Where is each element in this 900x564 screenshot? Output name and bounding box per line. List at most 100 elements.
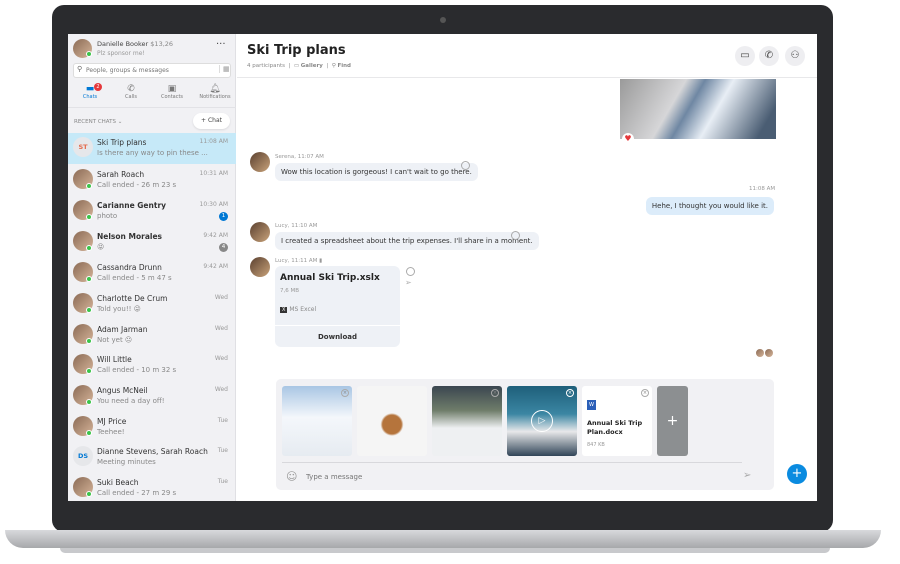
chat-preview: Told you!! 😜 (97, 305, 141, 313)
chat-list-item[interactable]: Will Little Call ended - 10 m 32 s Wed (68, 350, 236, 381)
chat-time: 9:42 AM (203, 232, 228, 239)
profile-credit: $13,26 (150, 40, 174, 48)
chat-list-item[interactable]: Charlotte De Crum Told you!! 😜 Wed (68, 289, 236, 320)
gallery-icon: ▭ (293, 63, 300, 69)
chat-time: Tue (217, 417, 228, 424)
chat-name: Sarah Roach (97, 170, 145, 179)
lucy-avatar[interactable] (250, 222, 270, 242)
phone-icon: ✆ (127, 84, 135, 94)
search-icon: ⚲ (77, 65, 83, 73)
profile-name[interactable]: Danielle Booker (97, 40, 148, 48)
participants-link[interactable]: 4 participants (247, 63, 285, 69)
contacts-icon: ▣ (167, 84, 177, 94)
emoji-reaction-icon[interactable] (461, 161, 470, 170)
chat-preview: Teehee! (97, 428, 125, 436)
message-bubble[interactable]: I created a spreadsheet about the trip e… (275, 232, 539, 250)
chat-list-item[interactable]: Carianne Gentry photo 10:30 AM 1 (68, 196, 236, 227)
chats-badge: 2 (94, 83, 102, 91)
chat-list-item[interactable]: Cassandra Drunn Call ended - 5 m 47 s 9:… (68, 258, 236, 289)
chat-time: Wed (214, 294, 228, 301)
group-avatar: ST (73, 137, 93, 157)
audio-call-button[interactable]: ✆ (759, 46, 779, 66)
laptop-base (5, 530, 881, 548)
search-box[interactable]: ⚲ ▦ (73, 63, 231, 78)
chat-name: Charlotte De Crum (97, 294, 168, 303)
chat-list-item[interactable]: Sarah Roach Call ended - 26 m 23 s 10:31… (68, 165, 236, 196)
search-input[interactable] (86, 65, 211, 76)
attachment-thumbnail[interactable] (357, 386, 427, 456)
group-avatar: DS (73, 446, 93, 466)
bell-icon: 🔔︎ (209, 84, 221, 94)
document-attachment[interactable]: × W Annual Ski Trip Plan.docx 847 KB (582, 386, 652, 456)
remove-icon[interactable]: × (641, 389, 649, 397)
download-button[interactable]: Download (275, 325, 400, 347)
tab-calls[interactable]: ✆ Calls (115, 84, 147, 100)
chat-name: Angus McNeil (97, 386, 148, 395)
skype-window: Danielle Booker $13,26 Plz sponsor me! ·… (68, 34, 817, 501)
chat-list-item[interactable]: Suki Beach Call ended - 27 m 29 s Tue (68, 473, 236, 501)
tab-chats[interactable]: ▬ 2 Chats (74, 83, 106, 100)
chat-time: 10:31 AM (199, 170, 228, 177)
tab-notifications[interactable]: 🔔︎ Notifications (195, 84, 235, 100)
chat-preview: Meeting minutes (97, 458, 156, 466)
tab-contacts[interactable]: ▣ Contacts (156, 84, 188, 100)
video-attachment-thumbnail[interactable]: × ▷ (507, 386, 577, 456)
chat-list-item[interactable]: DS Dianne Stevens, Sarah Roach Meeting mi… (68, 442, 236, 473)
chat-time: Wed (214, 355, 228, 362)
remove-icon[interactable]: × (491, 389, 499, 397)
chat-time: Tue (217, 447, 228, 454)
shared-image[interactable] (620, 79, 776, 139)
chat-time: 9:42 AM (203, 263, 228, 270)
sidebar: Danielle Booker $13,26 Plz sponsor me! ·… (68, 34, 236, 501)
phone-icon: ✆ (764, 50, 774, 61)
attachment-thumbnail[interactable]: × (282, 386, 352, 456)
add-people-button[interactable]: ⚇ (785, 46, 805, 66)
play-icon[interactable]: ▷ (531, 410, 553, 432)
heart-reaction-icon[interactable]: ♥ (622, 133, 634, 145)
chat-time: 10:30 AM (199, 201, 228, 208)
emoji-icon[interactable]: ☺ (286, 470, 297, 483)
chat-list-item[interactable]: Angus McNeil You need a day off! Wed (68, 381, 236, 412)
gallery-link[interactable]: Gallery (301, 63, 323, 69)
word-icon: W (587, 400, 596, 410)
chat-list-item[interactable]: ST Ski Trip plans Is there any way to pin… (68, 133, 236, 164)
serena-avatar[interactable] (250, 152, 270, 172)
message-meta: Lucy, 11:11 AM ▮ (275, 258, 323, 264)
chat-list-item[interactable]: Adam Jarman Not yet 😐 Wed (68, 320, 236, 351)
dialpad-icon[interactable]: ▦ (219, 65, 230, 73)
emoji-reaction-icon[interactable] (406, 267, 415, 276)
message-meta: Lucy, 11:10 AM (275, 223, 318, 229)
add-attachment-button[interactable]: + (657, 386, 688, 456)
profile-mood[interactable]: Plz sponsor me! (97, 50, 145, 57)
chat-name: Suki Beach (97, 478, 139, 487)
lucy-avatar[interactable] (250, 257, 270, 277)
chat-preview: photo (97, 212, 118, 220)
more-options-icon[interactable]: ··· (216, 39, 226, 50)
message-input[interactable] (306, 471, 706, 483)
emoji-reaction-icon[interactable] (511, 231, 520, 240)
video-call-button[interactable]: ▭ (735, 46, 755, 66)
chat-preview: Is there any way to pin these ... (97, 149, 208, 157)
chat-preview: You need a day off! (97, 397, 165, 405)
attachment-thumbnail[interactable]: × (432, 386, 502, 456)
chat-preview: 😝 (97, 243, 105, 251)
conversation-pane: Ski Trip plans 4 participants | ▭ Galler… (237, 34, 817, 501)
add-button[interactable]: + (787, 464, 807, 484)
remove-icon[interactable]: × (566, 389, 574, 397)
chat-time: Wed (214, 325, 228, 332)
video-icon: ▭ (740, 50, 750, 61)
chat-list-item[interactable]: Nelson Morales 😝 9:42 AM 4 (68, 227, 236, 258)
new-chat-button[interactable]: + Chat (193, 113, 230, 129)
remove-icon[interactable]: × (341, 389, 349, 397)
unread-badge: 1 (219, 212, 228, 221)
find-link[interactable]: Find (337, 63, 351, 69)
message-bubble[interactable]: Hehe, I thought you would like it. (645, 197, 774, 215)
file-card[interactable]: Annual Ski Trip.xslx 7,6 MB X MS Excel D… (275, 266, 400, 347)
chat-time: 11:08 AM (199, 138, 228, 145)
chat-list-item[interactable]: MJ Price Teehee! Tue (68, 412, 236, 443)
recent-chats-label[interactable]: RECENT CHATS ⌄ (74, 119, 122, 125)
forward-icon[interactable]: ➢ (405, 278, 412, 287)
chat-time: Wed (214, 386, 228, 393)
message-bubble[interactable]: Wow this location is gorgeous! I can't w… (275, 163, 478, 181)
send-icon[interactable]: ➢ (743, 470, 751, 481)
